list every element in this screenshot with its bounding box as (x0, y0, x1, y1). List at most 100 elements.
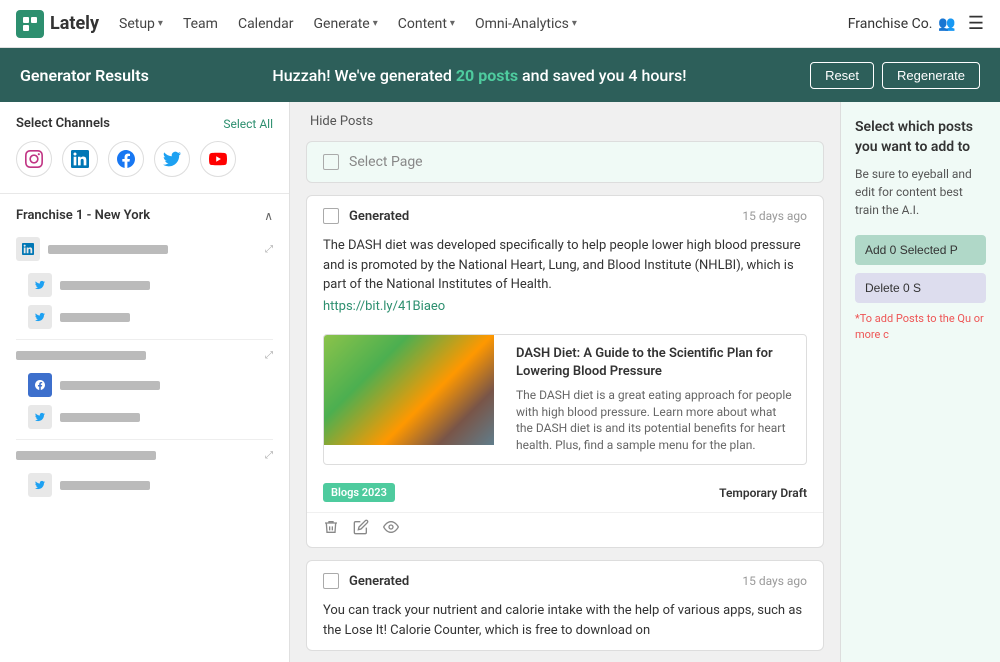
youtube-channel-icon[interactable] (200, 141, 236, 177)
logo-icon (16, 10, 44, 38)
app-logo[interactable]: Lately (16, 10, 99, 38)
post-1-time: 15 days ago (742, 209, 807, 223)
sub-channel-name-1a (60, 281, 150, 290)
sub-channel-group-2 (0, 367, 289, 435)
nav-omni-analytics[interactable]: Omni-Analytics ▾ (475, 16, 577, 32)
post-2-status: Generated (349, 574, 732, 589)
franchise-name: Franchise 1 - New York (16, 208, 150, 223)
nav-content[interactable]: Content ▾ (398, 16, 455, 32)
sub-channel-2b[interactable] (28, 401, 273, 433)
post-card-1-header: Generated 15 days ago (307, 196, 823, 230)
sub-channel-name-2a (60, 381, 160, 390)
post-2-time: 15 days ago (742, 574, 807, 588)
add-selected-button[interactable]: Add 0 Selected P (855, 235, 986, 265)
sub-channel-icon-1a (28, 273, 52, 297)
hamburger-menu-icon[interactable]: ☰ (968, 13, 984, 34)
sub-channel-2a[interactable] (28, 369, 273, 401)
channel-icons (0, 141, 289, 189)
channels-header: Select Channels Select All (0, 102, 289, 141)
post-1-image-visual (324, 335, 494, 445)
channel-row-2[interactable]: ⤢ (0, 344, 289, 367)
select-page-row[interactable]: Select Page (306, 141, 824, 183)
franchise-icon: 👥 (938, 16, 955, 32)
nav-links: Setup ▾ Team Calendar Generate ▾ Content… (119, 16, 828, 32)
content-area: Hide Posts Select Page Generated 15 days… (290, 102, 840, 662)
instagram-channel-icon[interactable] (16, 141, 52, 177)
nav-team[interactable]: Team (183, 16, 218, 32)
post-1-text: The DASH diet was developed specifically… (323, 236, 807, 295)
banner-message: Huzzah! We've generated 20 posts and sav… (272, 66, 686, 85)
franchise-section: Franchise 1 - New York ∧ ⤢ (0, 198, 289, 503)
nav-right: Franchise Co. 👥 ☰ (848, 13, 984, 34)
top-navigation: Lately Setup ▾ Team Calendar Generate ▾ … (0, 0, 1000, 48)
sub-channel-1b[interactable] (28, 301, 273, 333)
select-page-checkbox[interactable] (323, 154, 339, 170)
banner-posts-count: 20 posts (456, 66, 518, 85)
main-layout: Select Channels Select All Franch (0, 102, 1000, 662)
post-2-text: You can track your nutrient and calorie … (323, 601, 807, 640)
channel-name-blurred-2 (16, 351, 146, 360)
channel-name-blurred-3 (16, 451, 156, 460)
right-panel-desc: Be sure to eyeball and edit for content … (855, 165, 986, 219)
sub-channel-name-2b (60, 413, 140, 422)
select-all-button[interactable]: Select All (223, 117, 273, 131)
expand-icon-2: ⤢ (265, 350, 273, 361)
post-2-body: You can track your nutrient and calorie … (307, 595, 823, 650)
post-1-checkbox[interactable] (323, 208, 339, 224)
post-1-delete-button[interactable] (323, 519, 339, 535)
twitter-channel-icon[interactable] (154, 141, 190, 177)
expand-icon-1: ⤢ (265, 244, 273, 255)
sidebar-divider (0, 193, 289, 194)
channel-divider-2 (16, 439, 273, 440)
channel-row-3[interactable]: ⤢ (0, 444, 289, 467)
franchise-selector[interactable]: Franchise Co. 👥 (848, 16, 956, 32)
sub-channel-group-1 (0, 267, 289, 335)
channel-row-1[interactable]: ⤢ (0, 231, 289, 267)
post-1-preview-content: DASH Diet: A Guide to the Scientific Pla… (506, 335, 806, 465)
right-panel-title: Select which posts you want to add to (855, 118, 986, 157)
post-1-footer: Blogs 2023 Temporary Draft (307, 475, 823, 512)
post-1-actions (307, 512, 823, 547)
post-card-2: Generated 15 days ago You can track your… (306, 560, 824, 651)
app-name: Lately (50, 13, 99, 34)
post-1-draft-status: Temporary Draft (719, 486, 807, 500)
sub-channel-icon-2b (28, 405, 52, 429)
post-card-1: Generated 15 days ago The DASH diet was … (306, 195, 824, 548)
post-1-link[interactable]: https://bit.ly/41Biaeo (323, 299, 807, 314)
regenerate-button[interactable]: Regenerate (882, 62, 980, 89)
linkedin-channel-icon[interactable] (62, 141, 98, 177)
franchise-header[interactable]: Franchise 1 - New York ∧ (0, 198, 289, 231)
post-2-checkbox[interactable] (323, 573, 339, 589)
hide-posts-bar: Hide Posts (290, 102, 840, 141)
generator-results-banner: Generator Results Huzzah! We've generate… (0, 48, 1000, 102)
reset-button[interactable]: Reset (810, 62, 874, 89)
channels-title: Select Channels (16, 116, 110, 131)
sub-channel-3a[interactable] (28, 469, 273, 501)
sub-channel-icon-1b (28, 305, 52, 329)
hide-posts-link[interactable]: Hide Posts (310, 114, 373, 129)
banner-title: Generator Results (20, 66, 149, 85)
post-1-body: The DASH diet was developed specifically… (307, 230, 823, 324)
facebook-channel-icon[interactable] (108, 141, 144, 177)
nav-calendar[interactable]: Calendar (238, 16, 294, 32)
channel-name-blurred-1 (48, 245, 168, 254)
delete-selected-button[interactable]: Delete 0 S (855, 273, 986, 303)
post-1-preview-image (324, 335, 494, 445)
post-1-view-button[interactable] (383, 519, 399, 535)
sidebar: Select Channels Select All Franch (0, 102, 290, 662)
sub-channel-group-3 (0, 467, 289, 503)
franchise-collapse-icon: ∧ (264, 209, 273, 223)
post-card-2-header: Generated 15 days ago (307, 561, 823, 595)
sub-channel-icon-3a (28, 473, 52, 497)
nav-setup[interactable]: Setup ▾ (119, 16, 163, 32)
right-panel-note: *To add Posts to the Qu or more c (855, 311, 986, 342)
expand-icon-3: ⤢ (265, 450, 273, 461)
channel-icon-1 (16, 237, 40, 261)
post-1-edit-button[interactable] (353, 519, 369, 535)
post-1-preview-desc: The DASH diet is a great eating approach… (516, 387, 796, 454)
nav-generate[interactable]: Generate ▾ (314, 16, 378, 32)
post-1-preview: DASH Diet: A Guide to the Scientific Pla… (323, 334, 807, 466)
select-page-label: Select Page (349, 154, 423, 170)
banner-suffix: and saved you 4 hours! (518, 66, 686, 85)
sub-channel-1a[interactable] (28, 269, 273, 301)
